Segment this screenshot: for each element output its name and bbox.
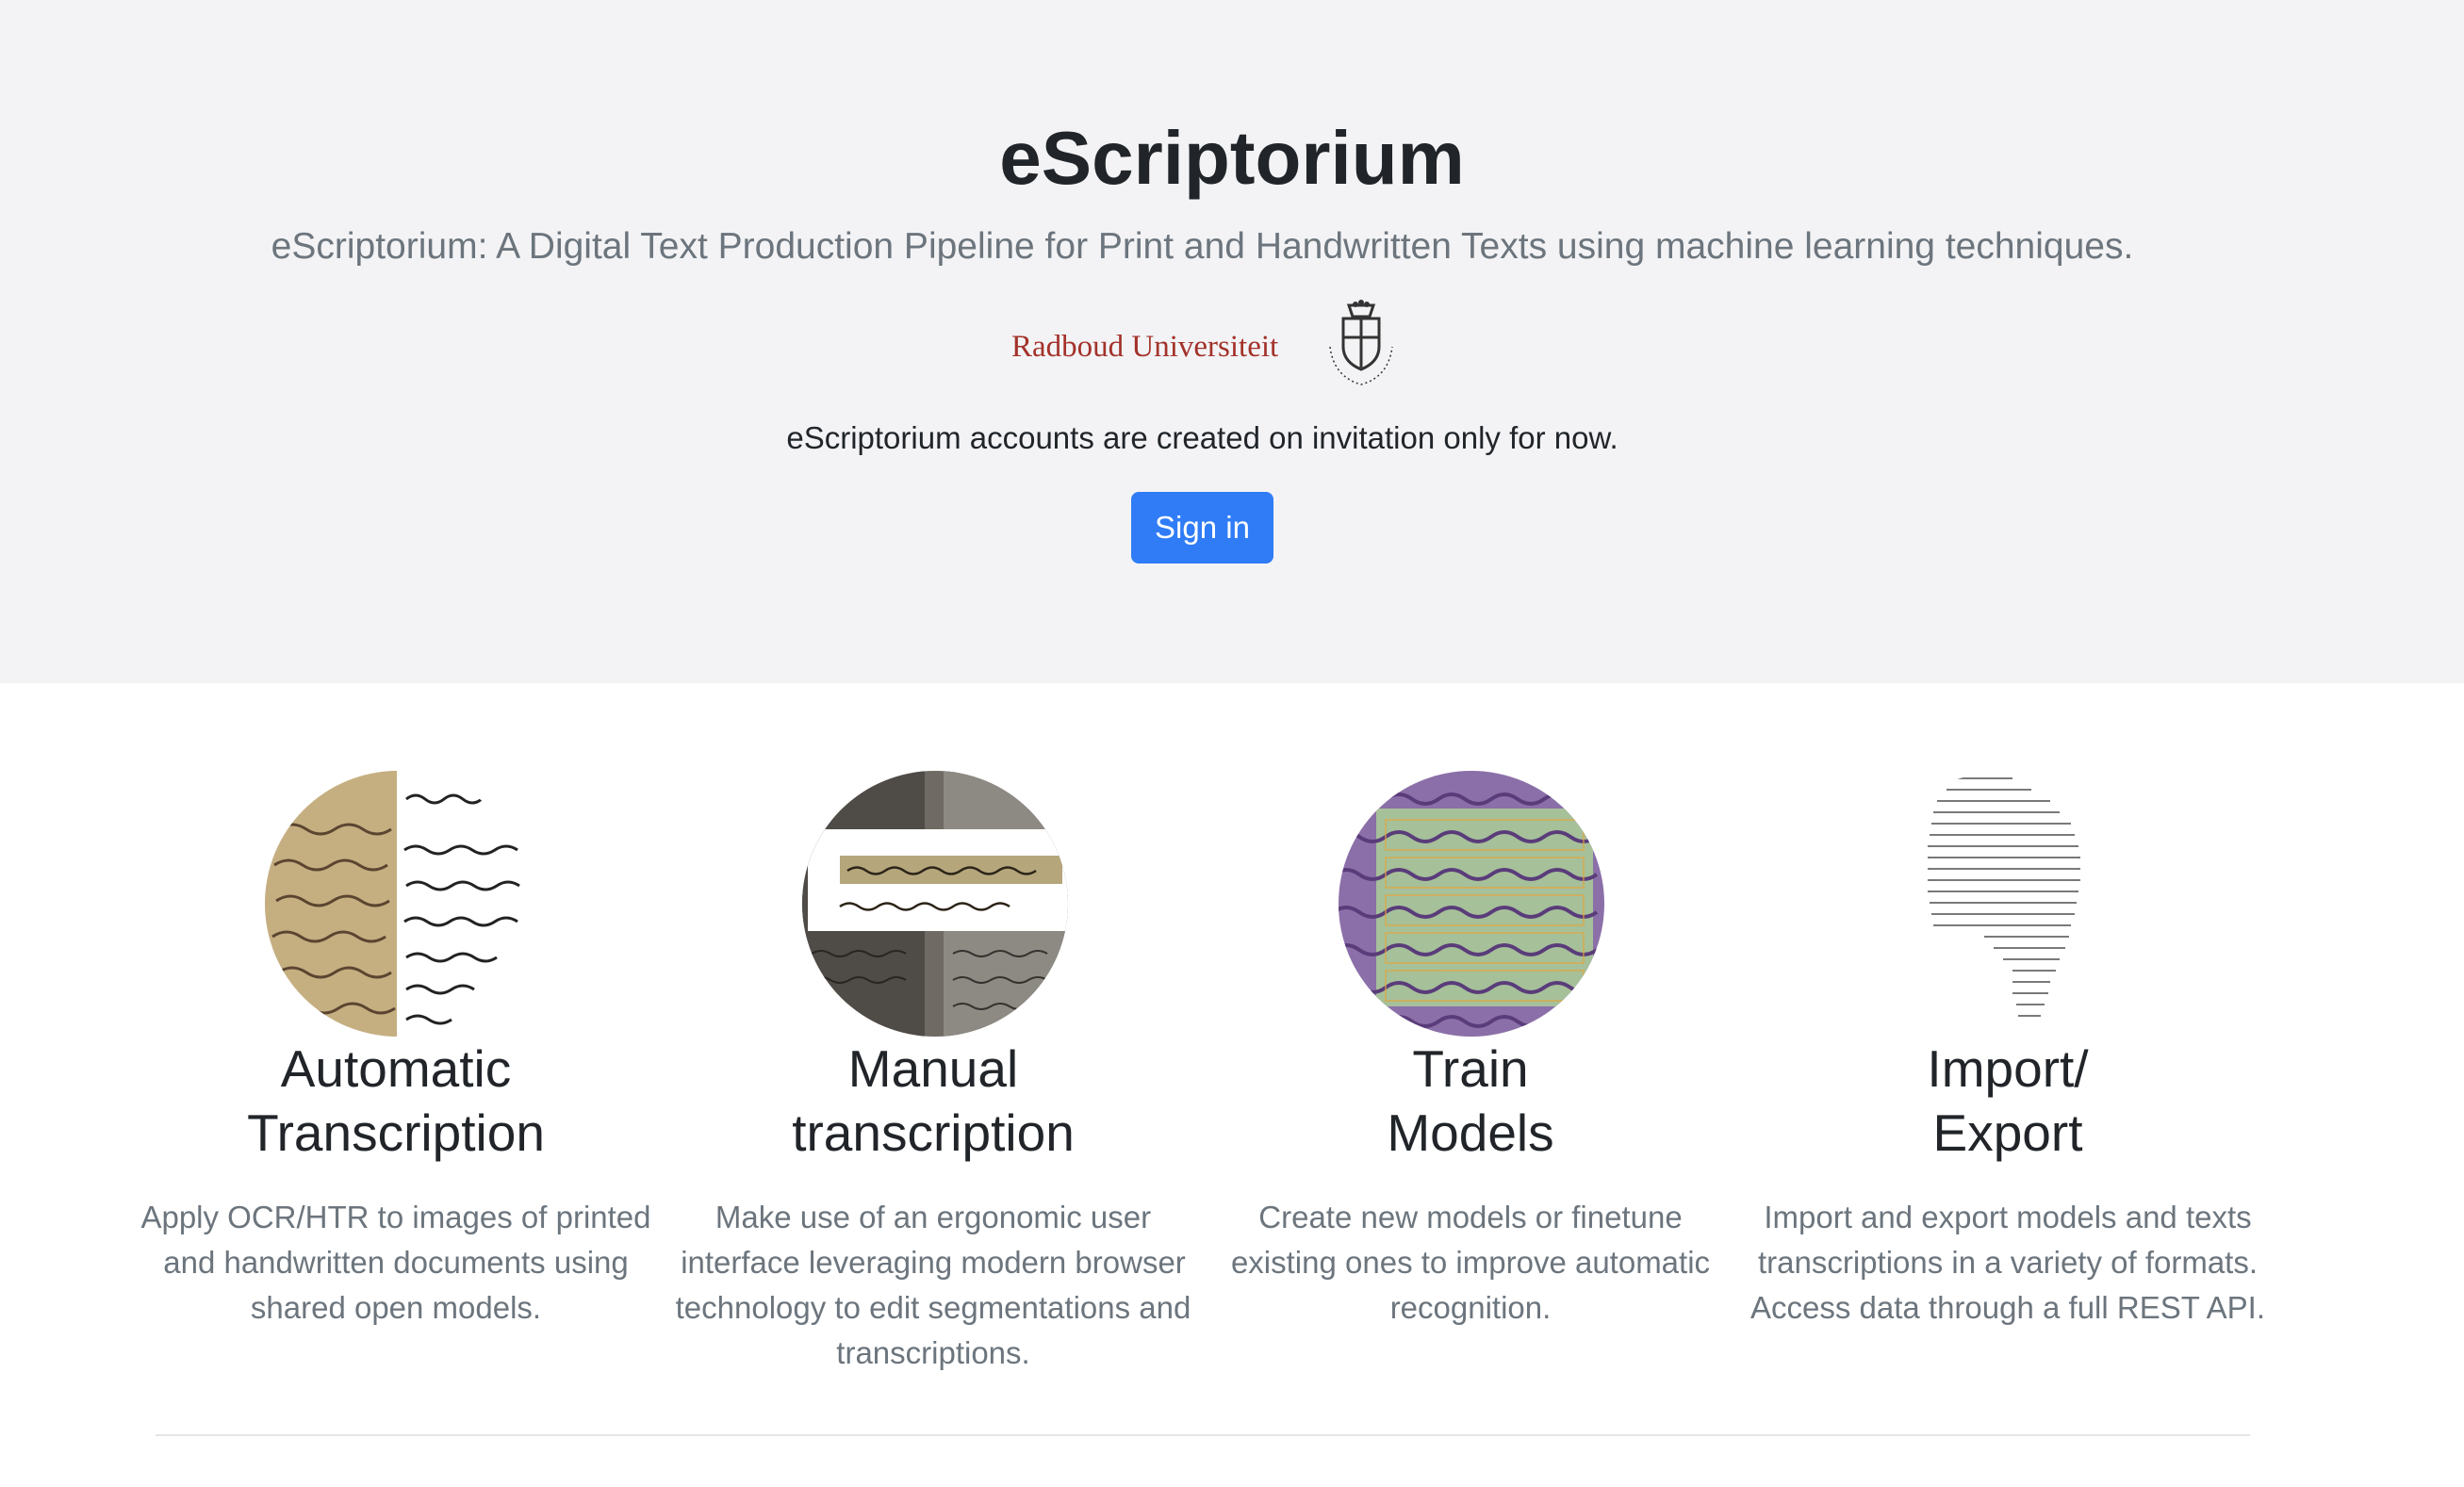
invitation-note: eScriptorium accounts are created on inv… xyxy=(786,420,1618,455)
feature-title: Import/ Export xyxy=(1927,1039,2089,1162)
feature-title: Train Models xyxy=(1387,1039,1554,1162)
hero-section: eScriptorium eScriptorium: A Digital Tex… xyxy=(0,0,2464,683)
page-title: eScriptorium xyxy=(999,116,1465,200)
manual-transcription-image xyxy=(802,771,1068,1037)
sign-in-button[interactable]: Sign in xyxy=(1131,492,1273,564)
page-subtitle: eScriptorium: A Digital Text Production … xyxy=(271,226,2134,267)
crest-icon xyxy=(1329,300,1393,385)
logo-text: Radboud Universiteit xyxy=(1011,330,1279,364)
feature-description: Make use of an ergonomic user interface … xyxy=(675,1200,1191,1370)
import-export-image xyxy=(1871,771,2137,1037)
train-models-image xyxy=(1339,771,1604,1037)
feature-description: Create new models or finetune existing o… xyxy=(1230,1200,1711,1325)
feature-title: Automatic Transcription xyxy=(247,1039,545,1162)
section-divider xyxy=(156,1434,2250,1436)
radboud-logo: Radboud Universiteit xyxy=(1011,300,1398,386)
feature-description: Import and export models and texts trans… xyxy=(1749,1200,2265,1325)
feature-title: Manual transcription xyxy=(792,1039,1075,1162)
feature-description: Apply OCR/HTR to images of printed and h… xyxy=(140,1200,651,1325)
manuscript-transcription-image xyxy=(265,771,531,1037)
